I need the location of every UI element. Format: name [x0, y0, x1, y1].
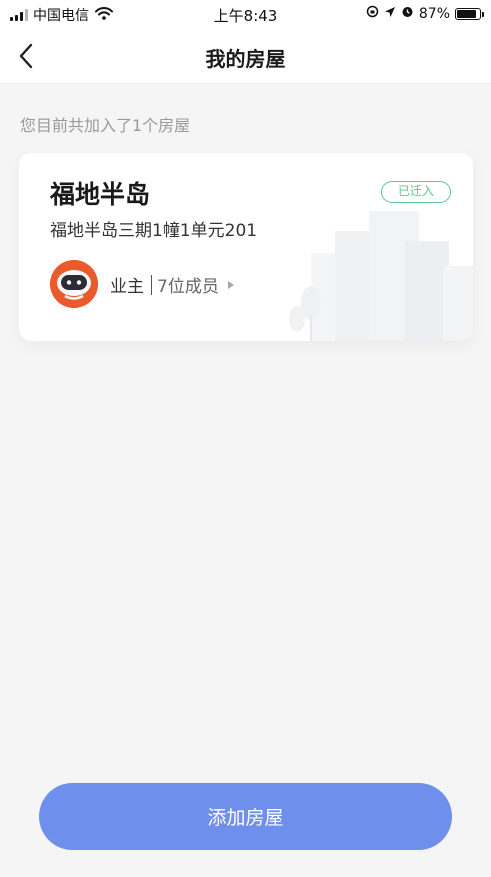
nav-bar: 我的房屋: [0, 30, 491, 84]
orientation-lock-icon: [366, 5, 379, 22]
divider: [151, 274, 152, 295]
member-count: 7位成员: [157, 277, 219, 297]
house-count-summary: 您目前共加入了1个房屋: [20, 116, 191, 135]
avatar: [50, 260, 98, 308]
robot-avatar-icon: [50, 260, 98, 308]
building-illustration: [289, 211, 473, 341]
house-card[interactable]: 福地半岛 福地半岛三期1幢1单元201 已迁入 业主 7位成员: [19, 153, 473, 341]
house-address: 福地半岛三期1幢1单元201: [50, 221, 258, 241]
status-bar: 中国电信 上午8:43 87%: [0, 0, 491, 30]
location-icon: [384, 6, 396, 22]
battery-percent: 87%: [418, 5, 450, 22]
triangle-right-icon: [227, 280, 235, 290]
battery-fill: [457, 9, 477, 18]
add-house-button[interactable]: 添加房屋: [39, 783, 452, 850]
page-title: 我的房屋: [205, 47, 286, 71]
member-row[interactable]: 业主 7位成员: [110, 272, 235, 297]
battery-icon: [455, 7, 484, 20]
alarm-icon: [401, 5, 414, 22]
role-label: 业主: [110, 277, 144, 297]
status-badge: 已迁入: [381, 181, 451, 203]
house-name: 福地半岛: [50, 180, 151, 209]
status-right: 87%: [366, 5, 484, 22]
